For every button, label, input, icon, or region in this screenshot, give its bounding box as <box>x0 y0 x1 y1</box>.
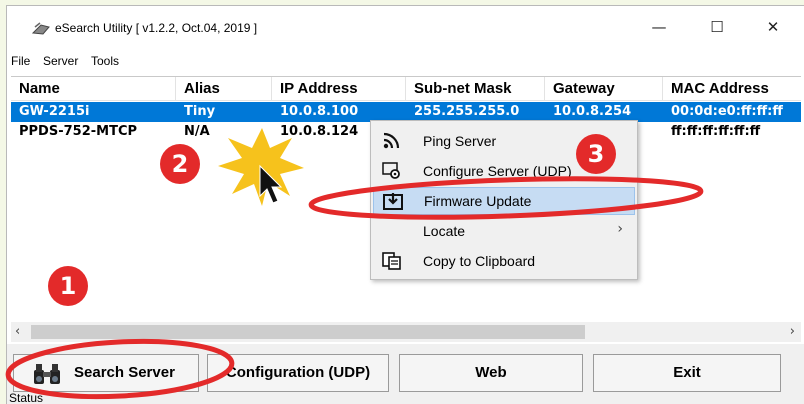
menu-file[interactable]: File <box>11 54 30 68</box>
scroll-right-arrow[interactable]: › <box>790 324 795 339</box>
menu-tools[interactable]: Tools <box>91 54 119 68</box>
menu-bar: File Server Tools <box>7 50 804 70</box>
configuration-udp-button[interactable]: Configuration (UDP) <box>207 354 389 392</box>
menu-item-firmware-update[interactable]: Firmware Update <box>373 187 635 215</box>
step-badge-1: 1 <box>48 266 88 306</box>
cell-name: GW-2215i <box>19 104 90 119</box>
gear-icon <box>382 162 400 179</box>
menu-item-label: Locate <box>423 223 466 239</box>
search-server-label: Search Server <box>74 364 175 381</box>
horizontal-scrollbar[interactable]: ‹ › <box>11 322 801 342</box>
column-subnet-mask[interactable]: Sub-net Mask <box>406 77 545 101</box>
submenu-arrow-icon: › <box>617 221 623 237</box>
cell-alias: Tiny <box>184 104 216 119</box>
status-bar: Status <box>7 392 804 404</box>
column-mac-address[interactable]: MAC Address <box>663 77 801 101</box>
menu-item-copy-to-clipboard[interactable]: Copy to Clipboard <box>373 247 635 275</box>
web-button[interactable]: Web <box>399 354 583 392</box>
column-name[interactable]: Name <box>11 77 176 101</box>
cell-alias: N/A <box>184 124 210 139</box>
clipboard-icon <box>382 252 401 270</box>
cell-subnet: 255.255.255.0 <box>414 104 520 119</box>
cell-ip: 10.0.8.100 <box>280 104 359 119</box>
cell-mac: ff:ff:ff:ff:ff:ff <box>671 124 761 139</box>
minimize-button[interactable]: — <box>649 18 669 36</box>
download-icon <box>383 193 403 210</box>
scroll-thumb[interactable] <box>31 325 585 339</box>
column-alias[interactable]: Alias <box>176 77 272 101</box>
cell-name: PPDS-752-MTCP <box>19 124 138 139</box>
binoculars-icon <box>34 364 60 384</box>
step-badge-3: 3 <box>576 134 616 174</box>
column-ip-address[interactable]: IP Address <box>272 77 406 101</box>
title-bar: eSearch Utility [ v1.2.2, Oct.04, 2019 ]… <box>7 6 804 46</box>
cell-gateway: 10.0.8.254 <box>553 104 632 119</box>
step-badge-2: 2 <box>160 144 200 184</box>
cell-mac: 00:0d:e0:ff:ff:ff <box>671 104 783 119</box>
menu-item-label: Configure Server (UDP) <box>423 163 572 179</box>
signal-icon <box>383 132 400 149</box>
close-button[interactable]: ✕ <box>763 18 783 36</box>
menu-item-label: Firmware Update <box>424 193 532 209</box>
button-bar: Search Server Configuration (UDP) Web Ex… <box>7 344 804 392</box>
app-icon <box>31 22 50 35</box>
menu-item-locate[interactable]: Locate › <box>373 217 635 245</box>
cell-ip: 10.0.8.124 <box>280 124 359 139</box>
column-gateway[interactable]: Gateway <box>545 77 663 101</box>
menu-server[interactable]: Server <box>43 54 78 68</box>
menu-item-label: Ping Server <box>423 133 497 149</box>
maximize-button[interactable]: ☐ <box>707 18 727 36</box>
table-row[interactable]: GW-2215i Tiny 10.0.8.100 255.255.255.0 1… <box>11 102 801 122</box>
window-title: eSearch Utility [ v1.2.2, Oct.04, 2019 ] <box>55 21 258 35</box>
search-server-button[interactable]: Search Server <box>13 354 199 392</box>
list-header: Name Alias IP Address Sub-net Mask Gatew… <box>11 77 801 101</box>
menu-item-label: Copy to Clipboard <box>423 253 536 269</box>
exit-button[interactable]: Exit <box>593 354 781 392</box>
scroll-left-arrow[interactable]: ‹ <box>15 324 20 339</box>
